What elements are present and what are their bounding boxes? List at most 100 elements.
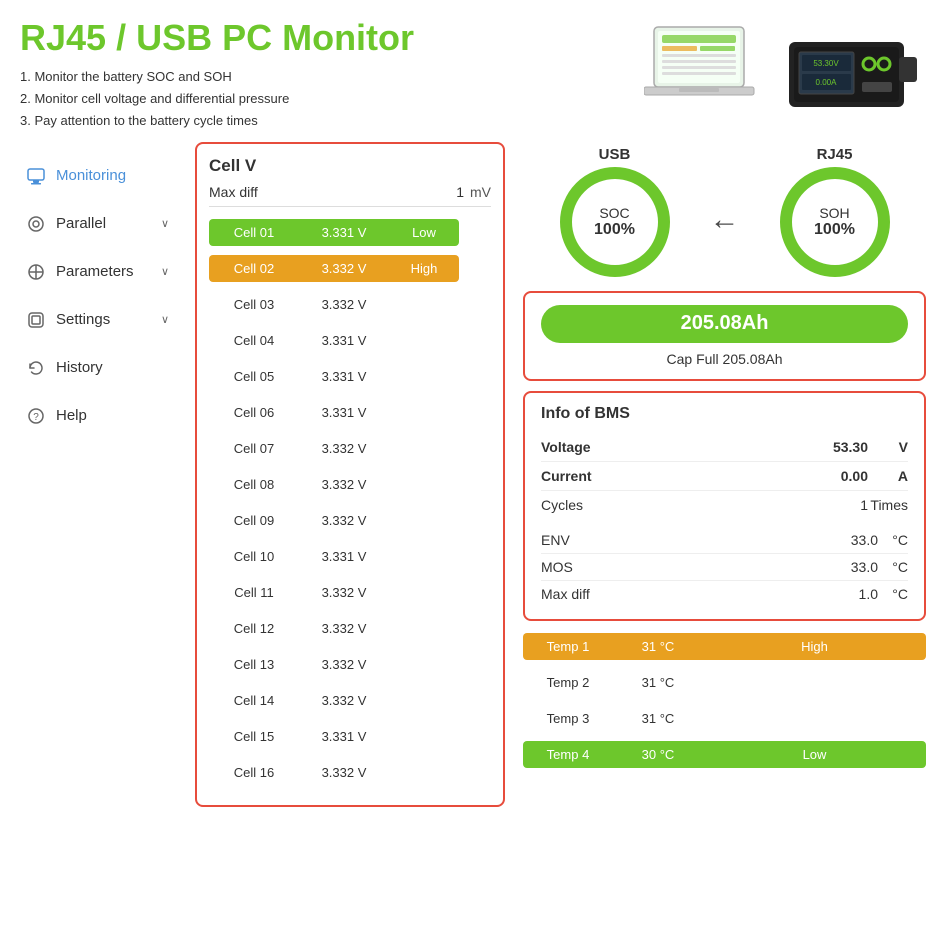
parameters-icon [26, 262, 46, 282]
capacity-bar: 205.08Ah [541, 305, 908, 343]
bms-row: Current0.00A [541, 462, 908, 491]
parallel-arrow: ∨ [161, 217, 169, 230]
table-row: Cell 033.332 V [209, 289, 491, 321]
temp-section: Temp 131 °CHighTemp 231 °CTemp 331 °CTem… [523, 631, 926, 771]
cell-voltage: 3.331 V [299, 723, 389, 750]
cell-voltage: 3.332 V [299, 291, 389, 318]
env-unit: °C [878, 586, 908, 602]
env-section: ENV33.0°CMOS33.0°CMax diff1.0°C [541, 527, 908, 607]
env-value: 33.0 [818, 559, 878, 575]
bms-row-unit: A [868, 468, 908, 484]
table-row: Cell 133.332 V [209, 649, 491, 681]
temp-row: Temp 430 °CLow [523, 739, 926, 771]
cell-voltage: 3.332 V [299, 615, 389, 642]
table-row: Cell 063.331 V [209, 397, 491, 429]
sidebar-item-help[interactable]: ? Help [10, 392, 185, 440]
bms-title: Info of BMS [541, 405, 908, 423]
bms-panel: Info of BMS Voltage53.30VCurrent0.00ACyc… [523, 391, 926, 621]
right-panel: USB SOC 100% ← RJ45 SOH 100% 205.08Ah Ca… [515, 142, 934, 807]
cell-voltage: 3.331 V [299, 327, 389, 354]
cells-container: Cell 013.331 VLowCell 023.332 VHighCell … [209, 217, 491, 789]
bms-row-value: 53.30 [808, 439, 868, 455]
soh-label: SOH [819, 205, 849, 221]
env-value: 33.0 [818, 532, 878, 548]
cell-maxdiff-unit: mV [470, 184, 491, 200]
cell-name: Cell 01 [209, 219, 299, 246]
env-label: ENV [541, 532, 818, 548]
temp-value: 31 °C [613, 633, 703, 660]
cell-panel-title: Cell V [209, 156, 491, 176]
sidebar-item-monitoring[interactable]: Monitoring [10, 152, 185, 200]
sidebar-history-label: History [56, 359, 103, 376]
usb-gauge-container: USB SOC 100% [560, 146, 670, 277]
battery-device-icon: 53.30V 0.00A [784, 22, 924, 112]
temp-name: Temp 4 [523, 741, 613, 768]
env-row: MOS33.0°C [541, 554, 908, 581]
sidebar-parameters-label: Parameters [56, 263, 134, 280]
page-title: RJ45 / USB PC Monitor [20, 18, 414, 58]
cell-name: Cell 06 [209, 399, 299, 426]
settings-icon [26, 310, 46, 330]
temp-name: Temp 3 [523, 705, 613, 732]
cell-name: Cell 07 [209, 435, 299, 462]
env-label: MOS [541, 559, 818, 575]
sidebar-item-history[interactable]: History [10, 344, 185, 392]
bms-row-value: 0.00 [808, 468, 868, 484]
cell-name: Cell 12 [209, 615, 299, 642]
soc-label: SOC [599, 205, 629, 221]
laptop-icon [644, 22, 774, 112]
env-row: ENV33.0°C [541, 527, 908, 554]
table-row: Cell 053.331 V [209, 361, 491, 393]
svg-text:0.00A: 0.00A [816, 78, 838, 87]
temp-name: Temp 1 [523, 633, 613, 660]
bms-row-label: Current [541, 468, 808, 484]
cell-name: Cell 08 [209, 471, 299, 498]
cell-maxdiff-row: Max diff 1 mV [209, 184, 491, 207]
cell-voltage: 3.332 V [299, 435, 389, 462]
cell-voltage: 3.332 V [299, 651, 389, 678]
sidebar-settings-label: Settings [56, 311, 110, 328]
env-row: Max diff1.0°C [541, 581, 908, 607]
soh-value: 100% [814, 221, 855, 239]
sidebar-item-parallel[interactable]: Parallel ∨ [10, 200, 185, 248]
cell-name: Cell 15 [209, 723, 299, 750]
soh-gauge: SOH 100% [780, 167, 890, 277]
arrow-icon: ← [710, 203, 740, 237]
table-row: Cell 163.332 V [209, 757, 491, 789]
usb-rj45-section: USB SOC 100% ← RJ45 SOH 100% [523, 142, 926, 277]
cell-voltage: 3.331 V [299, 543, 389, 570]
sidebar-item-parameters[interactable]: Parameters ∨ [10, 248, 185, 296]
cell-status: High [389, 255, 459, 282]
cell-name: Cell 10 [209, 543, 299, 570]
sidebar-item-settings[interactable]: Settings ∨ [10, 296, 185, 344]
cap-full: Cap Full 205.08Ah [541, 351, 908, 367]
table-row: Cell 143.332 V [209, 685, 491, 717]
header-points: 1. Monitor the battery SOC and SOH2. Mon… [20, 66, 414, 132]
cell-name: Cell 05 [209, 363, 299, 390]
temp-status: High [703, 633, 926, 660]
main-content: Monitoring Parallel ∨ Parameters ∨ Setti… [0, 142, 944, 807]
bms-row: Voltage53.30V [541, 433, 908, 462]
temp-value: 30 °C [613, 741, 703, 768]
cell-voltage: 3.331 V [299, 363, 389, 390]
temp-row: Temp 331 °C [523, 703, 926, 735]
table-row: Cell 153.331 V [209, 721, 491, 753]
temp-value: 31 °C [613, 669, 703, 696]
bms-rows-container: Voltage53.30VCurrent0.00ACycles1Times [541, 433, 908, 519]
bms-row-label: Voltage [541, 439, 808, 455]
cell-voltage: 3.332 V [299, 579, 389, 606]
sidebar-monitoring-label: Monitoring [56, 167, 126, 184]
temp-row: Temp 231 °C [523, 667, 926, 699]
usb-label: USB [599, 146, 631, 163]
cell-maxdiff-label: Max diff [209, 184, 456, 200]
cell-voltage: 3.332 V [299, 759, 389, 786]
cell-name: Cell 16 [209, 759, 299, 786]
cell-voltage: 3.331 V [299, 219, 389, 246]
bms-row: Cycles1Times [541, 491, 908, 519]
rj45-gauge-container: RJ45 SOH 100% [780, 146, 890, 277]
monitor-icon [26, 166, 46, 186]
cell-voltage: 3.332 V [299, 687, 389, 714]
cell-voltage: 3.332 V [299, 507, 389, 534]
table-row: Cell 073.332 V [209, 433, 491, 465]
help-icon: ? [26, 406, 46, 426]
